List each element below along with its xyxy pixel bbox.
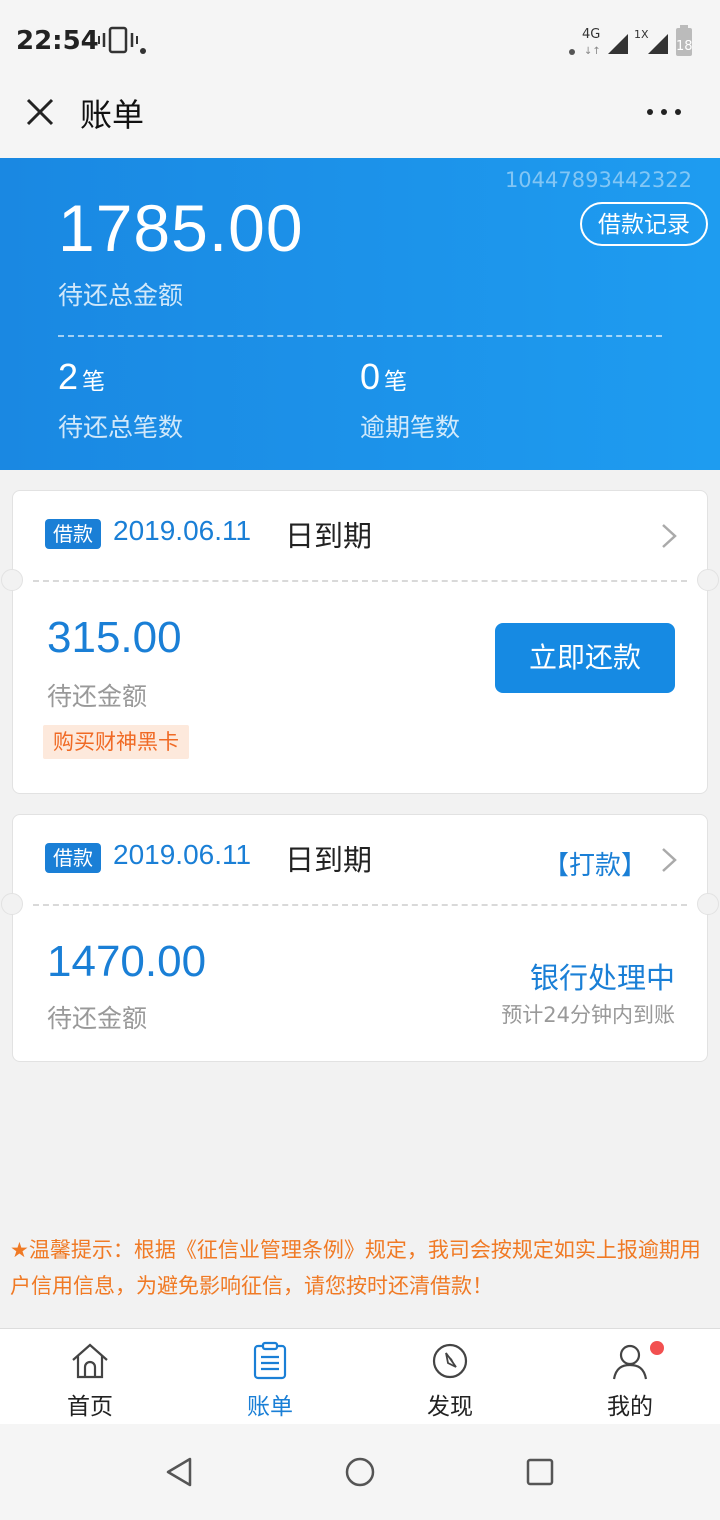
chevron-right-icon[interactable] [661, 523, 677, 549]
tab-label: 发现 [427, 1394, 473, 1420]
bill-amount-label: 待还金额 [47, 1004, 148, 1033]
bottom-tab-bar: 首页 账单 发现 我的 [0, 1328, 720, 1424]
repay-now-button[interactable]: 立即还款 [495, 623, 675, 693]
title-bar: 账单 [0, 80, 720, 158]
close-icon[interactable] [22, 94, 58, 130]
recent-apps-icon[interactable] [524, 1456, 556, 1488]
status-bar: 22:54 4G ↓↑ 1X 18 [0, 0, 720, 80]
credit-notice: ★温馨提示：根据《征信业管理条例》规定，我司会按规定如实上报逾期用户信用信息，为… [10, 1238, 701, 1298]
tab-home[interactable]: 首页 [0, 1329, 180, 1425]
pending-count: 2 [58, 356, 79, 397]
tab-label: 我的 [607, 1394, 653, 1420]
network2-label: 1X [634, 28, 649, 41]
network-label: 4G [582, 27, 600, 42]
tab-label: 首页 [67, 1394, 113, 1420]
tab-discover[interactable]: 发现 [360, 1329, 540, 1425]
page-title: 账单 [80, 96, 145, 134]
bill-amount: 315.00 [47, 613, 182, 662]
total-amount: 1785.00 [58, 191, 304, 265]
bill-card: 借款 2019.06.11 日到期 【打款】 1470.00 待还金额 银行处理… [1, 814, 719, 1062]
battery-level: 18 [676, 39, 693, 54]
due-date: 2019.06.11 [113, 839, 252, 870]
signal-icon: 4G ↓↑ 1X 18 [569, 25, 693, 57]
due-date: 2019.06.11 [113, 515, 252, 546]
bill-icon [253, 1341, 287, 1380]
system-nav-bar [0, 1424, 720, 1520]
overdue-count-stat: 0笔 逾期笔数 [360, 356, 460, 444]
svg-text:↓↑: ↓↑ [584, 46, 601, 57]
chevron-right-icon[interactable] [661, 847, 677, 873]
vibrate-icon [98, 26, 138, 54]
bill-amount: 1470.00 [47, 937, 207, 986]
loan-tag: 借款 [45, 843, 101, 873]
home-circle-icon[interactable] [344, 1456, 376, 1488]
overdue-count-label: 逾期笔数 [360, 413, 461, 442]
due-suffix: 日到期 [285, 519, 373, 553]
home-icon [72, 1343, 108, 1379]
divider [58, 335, 662, 337]
notification-badge [650, 1341, 664, 1355]
pending-unit: 笔 [82, 369, 106, 395]
user-icon [612, 1344, 648, 1380]
status-time: 22:54 [16, 26, 99, 56]
bill-card-header[interactable]: 借款 2019.06.11 日到期 [13, 491, 707, 581]
bill-card-header[interactable]: 借款 2019.06.11 日到期 【打款】 [13, 815, 707, 905]
more-icon[interactable] [644, 106, 684, 118]
arrival-eta: 预计24分钟内到账 [501, 1003, 675, 1027]
tab-label: 账单 [247, 1394, 293, 1420]
summary-banner: 10447893442322 借款记录 1785.00 待还总金额 2笔 待还总… [0, 158, 720, 470]
card-divider [33, 904, 687, 906]
overdue-count: 0 [360, 356, 381, 397]
tab-mine[interactable]: 我的 [540, 1329, 720, 1425]
compass-icon [432, 1343, 468, 1379]
pending-count-stat: 2笔 待还总笔数 [58, 356, 183, 444]
loan-record-button[interactable]: 借款记录 [580, 202, 708, 246]
total-amount-label: 待还总金额 [58, 281, 184, 310]
tab-bill[interactable]: 账单 [180, 1329, 360, 1425]
overdue-unit: 笔 [384, 369, 408, 395]
transfer-link[interactable]: 【打款】 [543, 845, 647, 882]
promo-tag[interactable]: 购买财神黑卡 [43, 725, 189, 759]
pending-count-label: 待还总笔数 [58, 413, 184, 442]
back-icon[interactable] [164, 1456, 196, 1488]
status-indicators: 4G ↓↑ 1X 18 [568, 24, 708, 58]
loan-tag: 借款 [45, 519, 101, 549]
card-divider [33, 580, 687, 582]
due-suffix: 日到期 [285, 843, 373, 877]
notification-dot [140, 48, 146, 54]
bill-card: 借款 2019.06.11 日到期 315.00 待还金额 购买财神黑卡 立即还… [1, 490, 719, 794]
bill-amount-label: 待还金额 [47, 682, 148, 711]
processing-status: 银行处理中 [529, 961, 675, 995]
account-id: 10447893442322 [504, 168, 692, 192]
